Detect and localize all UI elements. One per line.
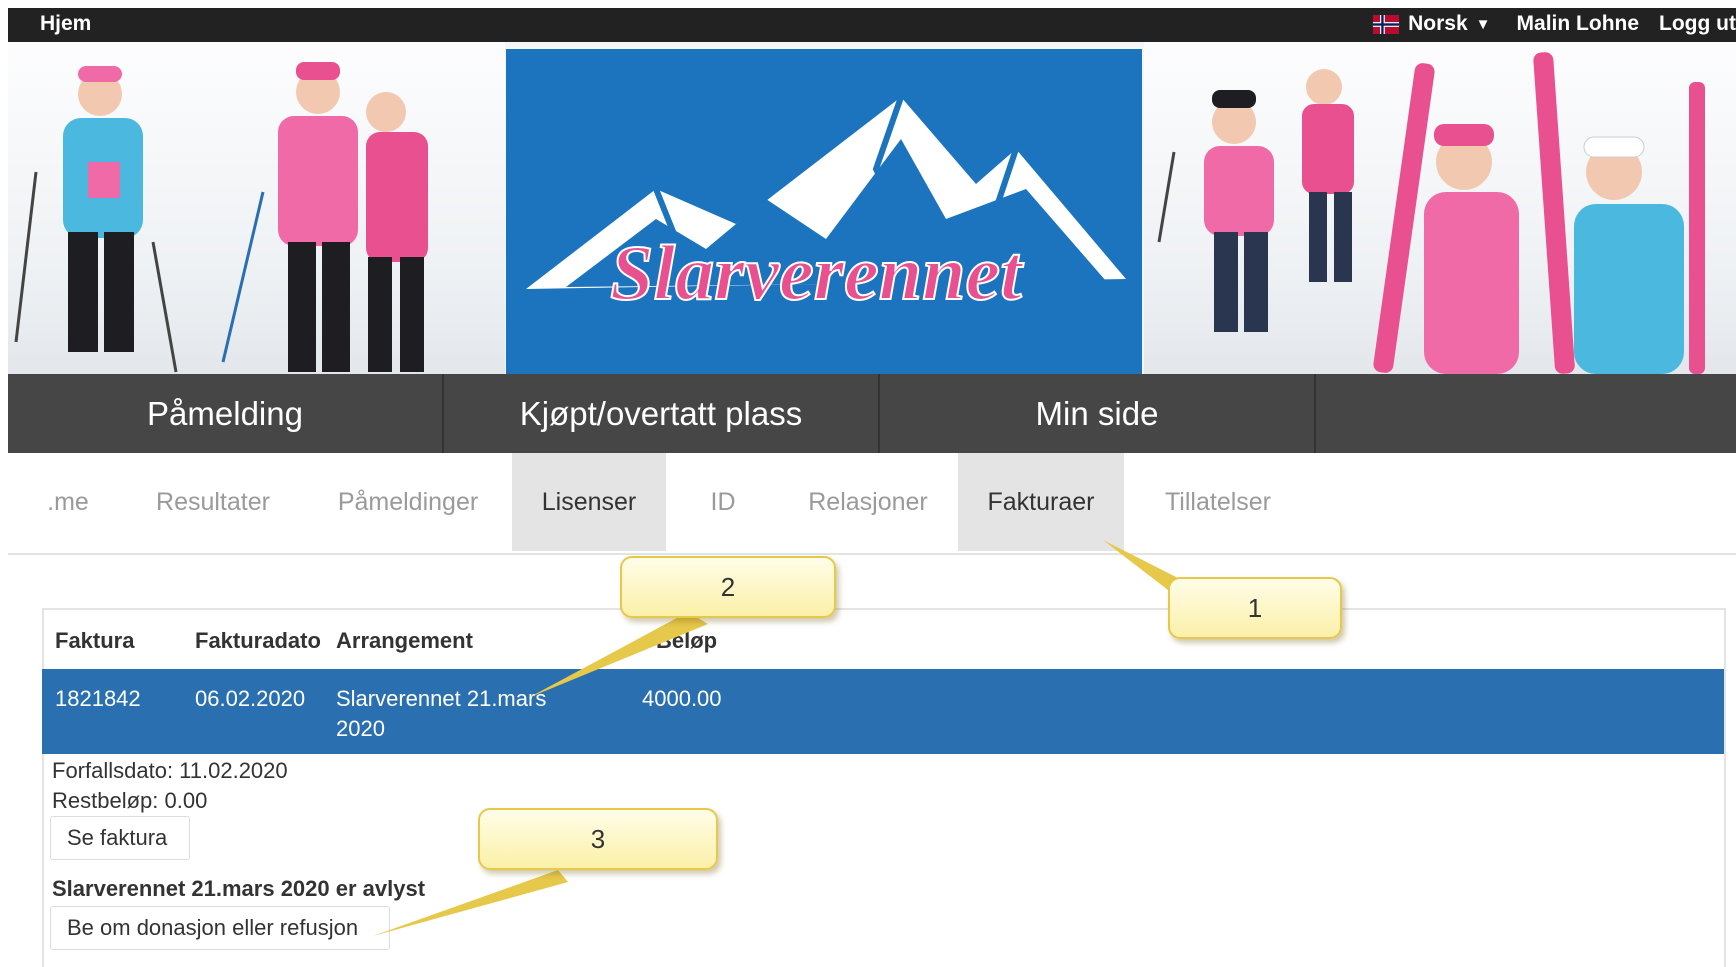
language-label: Norsk: [1408, 12, 1468, 35]
tab-fakturaer[interactable]: Fakturaer: [958, 453, 1124, 551]
invoice-event-line1: Slarverennet 21.mars: [336, 686, 547, 711]
tab-relasjoner[interactable]: Relasjoner: [788, 453, 948, 551]
header-arrangement: Arrangement: [336, 628, 473, 653]
invoice-date: 06.02.2020: [195, 686, 306, 711]
top-bar: Hjem Norsk ▼ Malin Lohne Logg ut: [8, 8, 1736, 42]
sub-tabs: .me Resultater Påmeldinger Lisenser ID R…: [8, 453, 1736, 555]
nav-filler: [1316, 374, 1736, 453]
user-name-link[interactable]: Malin Lohne: [1517, 12, 1640, 36]
callout-2: 2: [620, 556, 836, 618]
callout-1: 1: [1168, 577, 1342, 639]
norway-flag-icon: [1373, 14, 1400, 34]
header-fakturadato: Fakturadato: [195, 628, 321, 653]
header-banner: Slarverennet: [8, 42, 1736, 374]
cancel-notice: Slarverennet 21.mars 2020 er avlyst: [52, 876, 426, 901]
main-nav: Påmelding Kjøpt/overtatt plass Min side: [8, 374, 1736, 453]
remaining-amount: Restbeløp: 0.00: [52, 788, 208, 813]
callout-3: 3: [478, 808, 718, 870]
invoice-row[interactable]: 1821842 06.02.2020 Slarverennet 21.mars …: [42, 669, 1724, 754]
nav-min-side[interactable]: Min side: [880, 374, 1316, 453]
language-selector[interactable]: Norsk ▼: [1372, 12, 1491, 36]
logo-text: Slarverennet: [610, 229, 1024, 316]
skiers-photo-left: [8, 42, 505, 374]
tab-tillatelser[interactable]: Tillatelser: [1148, 453, 1288, 551]
caret-down-icon: ▼: [1475, 15, 1491, 33]
tab-resultater[interactable]: Resultater: [138, 453, 288, 551]
tab-lisenser[interactable]: Lisenser: [512, 453, 666, 551]
tab-me[interactable]: .me: [38, 453, 98, 551]
page: Hjem Norsk ▼ Malin Lohne Logg ut Slarver…: [8, 8, 1736, 967]
tab-pameldinger[interactable]: Påmeldinger: [328, 453, 488, 551]
skiers-photo-right: [1144, 42, 1736, 374]
logout-link[interactable]: Logg ut: [1659, 12, 1736, 36]
slarverennet-logo: Slarverennet: [506, 49, 1142, 374]
refund-request-button[interactable]: Be om donasjon eller refusjon: [50, 906, 390, 950]
header-faktura: Faktura: [55, 628, 135, 653]
invoice-number: 1821842: [55, 686, 141, 711]
view-invoice-button[interactable]: Se faktura: [50, 816, 190, 860]
tab-id[interactable]: ID: [688, 453, 758, 551]
nav-kjopt-overtatt-plass[interactable]: Kjøpt/overtatt plass: [444, 374, 880, 453]
top-bar-right: Norsk ▼ Malin Lohne Logg ut: [1372, 12, 1736, 36]
invoice-amount: 4000.00: [642, 686, 722, 711]
nav-pamelding[interactable]: Påmelding: [8, 374, 444, 453]
home-link[interactable]: Hjem: [40, 12, 91, 36]
header-belop: Beløp: [656, 628, 718, 653]
invoice-event-line2: 2020: [336, 716, 385, 741]
due-date: Forfallsdato: 11.02.2020: [52, 758, 288, 783]
